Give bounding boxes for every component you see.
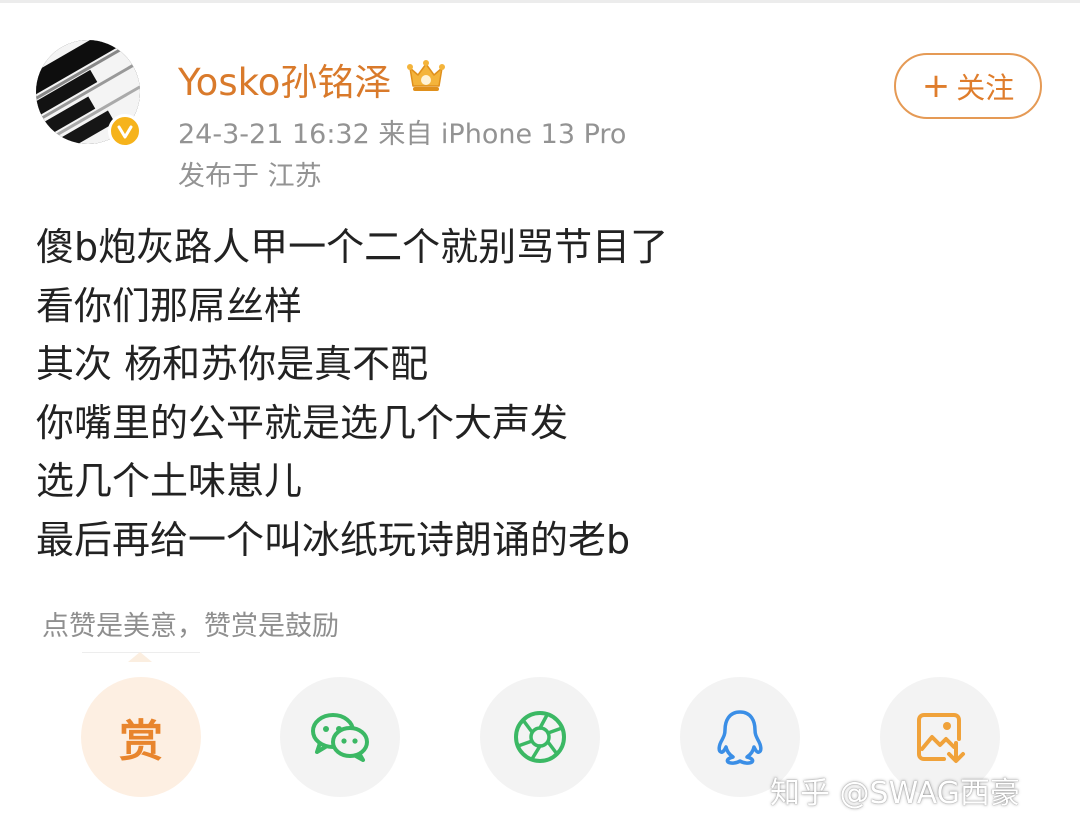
reward-icon: 赏: [119, 716, 163, 767]
save-image-icon: [917, 713, 965, 763]
moments-aperture-icon: [514, 711, 566, 763]
username[interactable]: Yosko孙铭泽: [178, 52, 391, 106]
post-text-line: 你嘴里的公平就是选几个大声发: [36, 400, 569, 445]
follow-label: 关注: [956, 71, 1015, 105]
follow-button[interactable]: + 关注: [894, 53, 1042, 119]
post-location: 发布于 江苏: [178, 161, 322, 192]
plus-icon: +: [921, 66, 951, 106]
post-text-line: 最后再给一个叫冰纸玩诗朗诵的老b: [36, 517, 631, 562]
reward-tip: 点赞是美意，赞赏是鼓励: [42, 611, 339, 642]
wechat-icon: [311, 713, 369, 762]
tooltip-pointer: [128, 652, 152, 662]
post-text-line: 看你们那屌丝样: [36, 283, 303, 328]
qq-icon: [717, 710, 763, 765]
top-border: [0, 0, 1080, 3]
post-time-source: 24-3-21 16:32 来自 iPhone 13 Pro: [178, 119, 627, 150]
post-text-line: 选几个土味崽儿: [36, 459, 303, 503]
reward-button[interactable]: 赏: [81, 677, 201, 797]
share-wechat-button[interactable]: [280, 677, 400, 797]
verified-badge-icon: [108, 114, 142, 148]
post-text-line: 其次 杨和苏你是真不配: [36, 342, 429, 386]
post-text-line: 傻b炮灰路人甲一个二个就别骂节目了: [36, 225, 669, 269]
vip-crown-icon: [406, 58, 446, 94]
share-moments-button[interactable]: [480, 677, 600, 797]
post-content: 傻b炮灰路人甲一个二个就别骂节目了 看你们那屌丝样 其次 杨和苏你是真不配 你嘴…: [36, 218, 668, 569]
watermark: 知乎 @SWAG西豪: [770, 776, 1020, 811]
